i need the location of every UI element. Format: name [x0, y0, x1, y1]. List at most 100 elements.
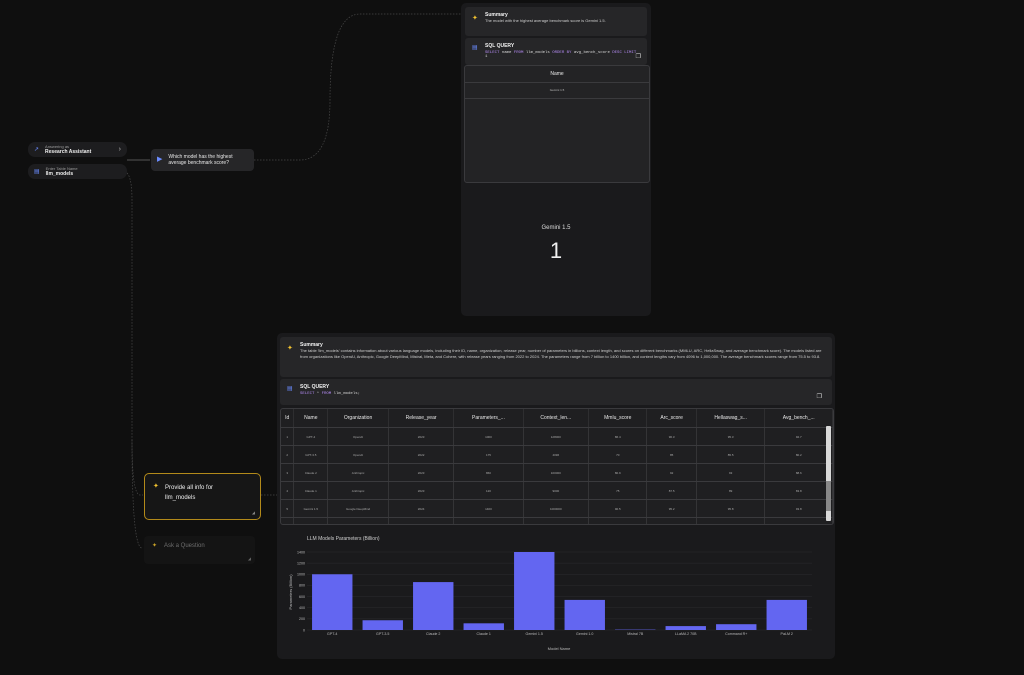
- question-text[interactable]: Provide all info for llm_models: [165, 483, 245, 503]
- bar-llama-2-70b[interactable]: [665, 626, 706, 630]
- y-tick-label: 200: [299, 617, 305, 621]
- column-header[interactable]: Mmlu_score: [588, 409, 648, 428]
- scrollbar-thumb[interactable]: [826, 481, 831, 511]
- table-cell: 2023: [388, 463, 455, 482]
- column-header[interactable]: Release_year: [388, 409, 455, 428]
- database-icon: ▤: [472, 45, 478, 51]
- chart-bars: [312, 552, 807, 630]
- table-row[interactable]: 4 Claude 1 Anthropic 2023 120 9000 75 87.5 89 83.…: [281, 481, 833, 500]
- result-value: 1: [549, 238, 563, 263]
- question-placeholder[interactable]: Ask a Question: [164, 543, 205, 549]
- table-cell: 89.2: [764, 517, 833, 524]
- table-cell: Anthropic: [327, 463, 389, 482]
- table-row[interactable]: 6Gemini 1.0Google DeepMind20235403200083…: [281, 517, 833, 524]
- table-cell: 85: [646, 445, 697, 464]
- column-header[interactable]: Context_len...: [523, 409, 590, 428]
- table-cell: 95.3: [696, 427, 766, 446]
- table-scrollbar[interactable]: [826, 426, 831, 521]
- table-cell: 2024: [388, 499, 455, 518]
- bar-gemini-1-5[interactable]: [514, 552, 555, 630]
- table-cell: 96.3: [646, 427, 697, 446]
- sql-card: ▤ SQL QUERY SELECT * FROM llm_models; ❐: [280, 379, 832, 405]
- table-row[interactable]: 5 Gemini 1.5 Google DeepMind 2024 1400 100000…: [281, 499, 833, 518]
- table-cell: Gemini 1.0: [293, 517, 329, 524]
- table-cell: 91: [646, 517, 697, 524]
- table-cell: 93.5: [696, 517, 766, 524]
- table-row[interactable]: 3 Claude 2 Anthropic 2023 860 100000 80.9 92 93 8…: [281, 463, 833, 482]
- bar-gemini-1-0[interactable]: [564, 599, 605, 630]
- table-name-selector[interactable]: ▤ Enter Table Name llm_models: [28, 164, 127, 179]
- bar-claude-2[interactable]: [413, 582, 454, 630]
- resize-handle-icon[interactable]: ◢: [248, 556, 251, 561]
- x-tick-labels: GPT-4 GPT-3.5 Claude 2 Claude 1 Gemini 1.5 Ge…: [327, 632, 793, 636]
- y-tick-label: 1000: [297, 573, 305, 577]
- bar-command-r-[interactable]: [716, 624, 757, 630]
- result-label: Gemini 1.5: [541, 225, 571, 231]
- bar-gpt-4[interactable]: [312, 574, 353, 630]
- sql-card: ▤ SQL QUERY SELECT name FROM llm_models …: [465, 38, 647, 65]
- copy-icon[interactable]: ❐: [636, 53, 641, 60]
- x-axis-label: Model Name: [548, 646, 571, 651]
- column-header-name: Name: [465, 66, 649, 83]
- table-cell: 9000: [523, 481, 590, 500]
- column-header[interactable]: Name: [293, 409, 329, 428]
- assistant-selector[interactable]: ↗ Answering as Research Assistant ›: [28, 142, 127, 157]
- chevron-right-icon[interactable]: ›: [119, 146, 121, 153]
- table-cell: 95.8: [696, 499, 766, 518]
- table-cell: 2: [281, 445, 295, 464]
- x-tick-label: Gemini 1.5: [526, 632, 543, 636]
- x-tick-label: GPT-4: [327, 632, 337, 636]
- y-tick-labels: 0 200 400 600 800 1000 1200 1400: [297, 550, 305, 632]
- summary-text: The table 'llm_models' contains informat…: [300, 348, 822, 360]
- table-cell: 88.6: [764, 463, 833, 482]
- table-row[interactable]: 1 GPT-4 OpenAI 2023 1000 128000 86.4 96.3 95.3 92…: [281, 427, 833, 446]
- table-cell: 70: [588, 445, 648, 464]
- question-input-empty[interactable]: ✦ Ask a Question ◢: [144, 536, 255, 564]
- copy-icon[interactable]: ❐: [817, 393, 822, 400]
- y-tick-label: 800: [299, 584, 305, 588]
- table-cell: 860: [453, 463, 524, 482]
- y-tick-label: 400: [299, 606, 305, 610]
- bar-claude-1[interactable]: [463, 623, 504, 630]
- column-header[interactable]: Organization: [327, 409, 389, 428]
- table-cell: 2022: [388, 445, 455, 464]
- table-cell: 86.4: [588, 427, 648, 446]
- table-cell: Claude 1: [293, 481, 329, 500]
- column-header[interactable]: Id: [281, 409, 295, 428]
- table-cell: 87.5: [646, 481, 697, 500]
- table-cell: 128000: [523, 427, 590, 446]
- table-cell: OpenAI: [327, 445, 389, 464]
- resize-handle-icon[interactable]: ◢: [252, 510, 255, 515]
- table-cell: 175: [453, 445, 524, 464]
- table-cell: 1: [281, 427, 295, 446]
- table-cell: 75: [588, 481, 648, 500]
- question-node[interactable]: ▶ Which model has the highest average be…: [151, 149, 254, 171]
- bar-gpt-3-5[interactable]: [362, 620, 403, 630]
- table-cell: 2023: [388, 481, 455, 500]
- table-row[interactable]: 2 GPT-3.5 OpenAI 2022 175 4096 70 85 85.5 80.2: [281, 445, 833, 464]
- chart-grid: [307, 551, 812, 631]
- bar-palm-2[interactable]: [766, 599, 807, 630]
- table-cell: Anthropic: [327, 481, 389, 500]
- column-header[interactable]: Arc_score: [646, 409, 697, 428]
- table-cell: 5: [281, 499, 295, 518]
- column-header[interactable]: Hellaswag_s...: [696, 409, 766, 428]
- sparkle-icon: ✦: [152, 543, 158, 549]
- table-cell: 92.7: [764, 427, 833, 446]
- x-tick-label: Mistral 7B: [627, 632, 644, 636]
- question-input-active[interactable]: ✦ Provide all info for llm_models ◢: [144, 473, 261, 520]
- table-cell: Gemini 1.5: [465, 83, 649, 99]
- y-tick-label: 1400: [297, 550, 305, 554]
- table-cell: 6: [281, 517, 295, 524]
- sparkle-icon: ✦: [472, 15, 478, 22]
- y-tick-label: 600: [299, 595, 305, 599]
- table-cell: 540: [453, 517, 524, 524]
- sql-title: SQL QUERY: [300, 384, 330, 390]
- column-header[interactable]: Avg_bench_...: [764, 409, 833, 428]
- result-table-2: Id Name Organization Release_year Parameters…: [280, 408, 834, 525]
- table-cell: 92: [646, 463, 697, 482]
- column-header[interactable]: Parameters_...: [453, 409, 524, 428]
- sparkle-icon: ✦: [287, 345, 293, 352]
- table-cell: 3: [281, 463, 295, 482]
- assistant-icon: ↗: [34, 147, 40, 153]
